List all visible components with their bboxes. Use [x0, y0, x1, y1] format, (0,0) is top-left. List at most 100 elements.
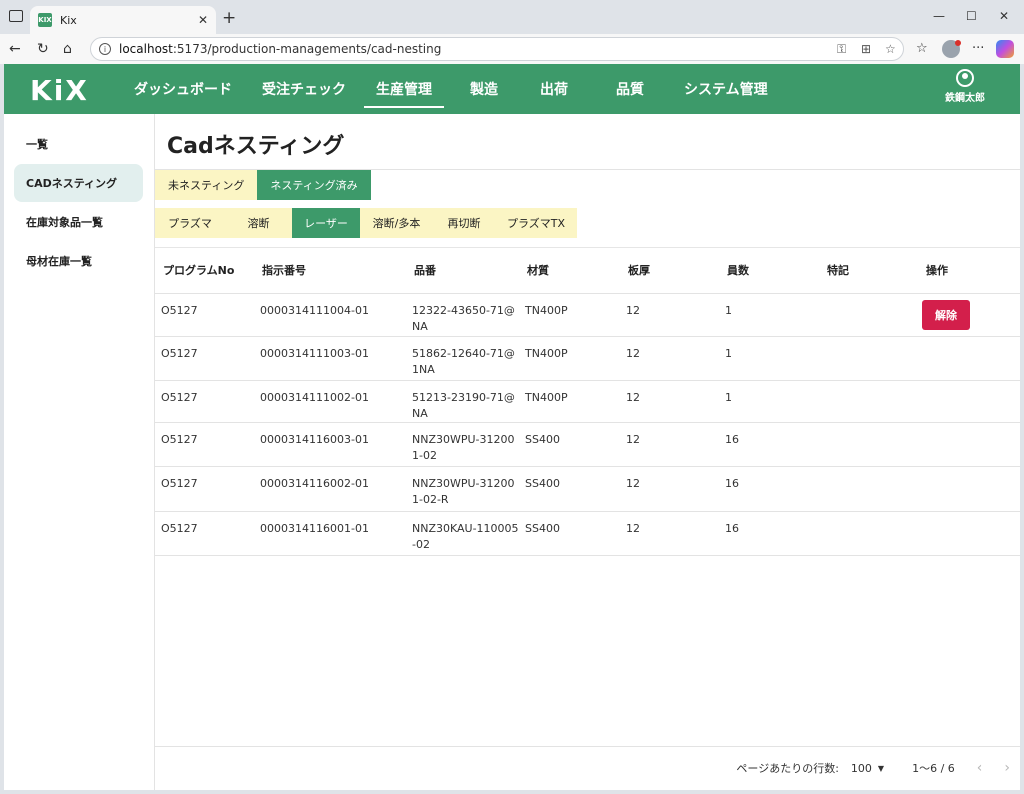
maximize-icon[interactable]: ☐ — [966, 9, 977, 23]
tab-plasma[interactable]: プラズマ — [155, 208, 225, 238]
page-title: Cadネスティング — [167, 134, 345, 159]
cell-material: SS400 — [519, 466, 620, 512]
cell-thickness: 12 — [620, 422, 719, 467]
table-row[interactable]: O5127 0000314116001-01 NNZ30KAU-110005-0… — [155, 511, 1020, 556]
tab-fusing[interactable]: 溶断 — [225, 208, 292, 238]
key-icon[interactable]: ⚿ — [837, 42, 846, 57]
kix-logo: KiX — [30, 74, 89, 107]
cell-quantity: 16 — [719, 511, 819, 556]
sidebar-item-stock-items[interactable]: 在庫対象品一覧 — [14, 203, 143, 241]
previous-page-icon[interactable]: ‹ — [977, 760, 983, 776]
tab-laser[interactable]: レーザー — [292, 208, 360, 238]
table-row[interactable]: O5127 0000314111003-01 51862-12640-71@1N… — [155, 336, 1020, 381]
tab-not-nested[interactable]: 未ネスティング — [155, 170, 258, 200]
site-info-icon[interactable]: i — [99, 43, 111, 55]
cell-material: SS400 — [519, 511, 620, 556]
table-row[interactable]: O5127 0000314111002-01 51213-23190-71@NA… — [155, 380, 1020, 423]
cell-thickness: 12 — [620, 511, 719, 556]
more-icon[interactable]: ··· — [972, 41, 984, 56]
nav-shipping[interactable]: 出荷 — [528, 64, 580, 114]
cell-program-no: O5127 — [155, 293, 254, 337]
nav-system[interactable]: システム管理 — [672, 64, 780, 114]
cell-notes — [819, 422, 918, 467]
address-bar[interactable]: i localhost:5173/production-managements/… — [90, 37, 904, 61]
cell-material: TN400P — [519, 293, 620, 337]
column-header-instruction-no[interactable]: 指示番号 — [254, 248, 406, 294]
reload-icon[interactable]: ↻ — [37, 41, 49, 57]
cell-part-no: 51862-12640-71@1NA — [406, 336, 519, 381]
table-row[interactable]: O5127 0000314111004-01 12322-43650-71@NA… — [155, 293, 1020, 337]
cell-quantity: 1 — [719, 336, 819, 381]
cell-instruction-no: 0000314111002-01 — [254, 380, 406, 423]
cell-material: TN400P — [519, 336, 620, 381]
browser-tab[interactable]: KIX Kix ✕ — [30, 6, 216, 34]
status-tabs: 未ネスティング ネスティング済み — [155, 170, 371, 200]
profile-badge — [955, 40, 961, 46]
table-row[interactable]: O5127 0000314116003-01 NNZ30WPU-312001-0… — [155, 422, 1020, 467]
cell-program-no: O5127 — [155, 336, 254, 381]
cell-program-no: O5127 — [155, 511, 254, 556]
home-icon[interactable]: ⌂ — [63, 41, 72, 57]
pagination: ページあたりの行数: 100 ▼ 1〜6 / 6 ‹ › — [736, 746, 1020, 790]
chevron-down-icon[interactable]: ▼ — [878, 764, 884, 773]
cell-operation — [918, 380, 1020, 423]
cell-thickness: 12 — [620, 380, 719, 423]
nav-production[interactable]: 生産管理 — [364, 64, 444, 114]
sidebar-toggle-icon[interactable] — [9, 10, 23, 22]
favorites-icon[interactable]: ☆ — [916, 41, 928, 56]
cell-instruction-no: 0000314116002-01 — [254, 466, 406, 512]
copilot-icon[interactable] — [996, 40, 1014, 58]
close-tab-icon[interactable]: ✕ — [198, 13, 208, 27]
column-header-material[interactable]: 材質 — [519, 248, 620, 294]
nav-quality[interactable]: 品質 — [604, 64, 656, 114]
user-icon — [956, 69, 974, 87]
cell-notes — [819, 511, 918, 556]
minimize-icon[interactable]: — — [933, 9, 945, 23]
cell-part-no: NNZ30WPU-312001-02 — [406, 422, 519, 467]
cell-part-no: 12322-43650-71@NA — [406, 293, 519, 337]
cell-quantity: 16 — [719, 422, 819, 467]
tab-nested[interactable]: ネスティング済み — [257, 170, 371, 200]
cell-thickness: 12 — [620, 466, 719, 512]
cell-instruction-no: 0000314116003-01 — [254, 422, 406, 467]
sidebar-item-base-material[interactable]: 母材在庫一覧 — [14, 242, 143, 280]
rows-per-page-select[interactable]: 100 — [851, 762, 872, 775]
cell-program-no: O5127 — [155, 380, 254, 423]
process-tabs: プラズマ 溶断 レーザー 溶断/多本 再切断 プラズマTX — [155, 208, 577, 238]
cell-thickness: 12 — [620, 336, 719, 381]
column-header-part-no[interactable]: 品番 — [406, 248, 519, 294]
cell-quantity: 1 — [719, 380, 819, 423]
cell-material: TN400P — [519, 380, 620, 423]
column-header-operation[interactable]: 操作 — [918, 248, 1020, 294]
nesting-table: プログラムNo 指示番号 品番 材質 板厚 員数 特記 操作 O5127 000… — [155, 247, 1020, 747]
nav-order-check[interactable]: 受注チェック — [250, 64, 358, 114]
browser-tab-title: Kix — [60, 13, 77, 27]
sidebar-item-list[interactable]: 一覧 — [14, 125, 143, 163]
rows-per-page-label: ページあたりの行数: — [736, 762, 839, 775]
user-name: 鉄鋼太郎 — [945, 93, 985, 104]
nav-manufacturing[interactable]: 製造 — [458, 64, 510, 114]
favorite-star-icon[interactable]: ☆ — [885, 42, 896, 56]
nav-dashboard[interactable]: ダッシュボード — [122, 64, 244, 114]
table-row[interactable]: O5127 0000314116002-01 NNZ30WPU-312001-0… — [155, 466, 1020, 512]
back-icon[interactable]: ← — [9, 41, 21, 57]
cell-operation — [918, 511, 1020, 556]
next-page-icon[interactable]: › — [1004, 760, 1010, 776]
user-menu[interactable]: 鉄鋼太郎 — [940, 69, 990, 104]
url-host: localhost — [119, 42, 173, 56]
new-tab-icon[interactable]: + — [222, 8, 236, 28]
column-header-thickness[interactable]: 板厚 — [620, 248, 719, 294]
column-header-notes[interactable]: 特記 — [819, 248, 918, 294]
release-button[interactable]: 解除 — [922, 299, 970, 330]
column-header-quantity[interactable]: 員数 — [719, 248, 819, 294]
cell-quantity: 1 — [719, 293, 819, 337]
tab-fusing-multi[interactable]: 溶断/多本 — [360, 208, 433, 238]
browser-tab-bar: KIX Kix ✕ + — ☐ ✕ — [0, 0, 1024, 34]
column-header-program-no[interactable]: プログラムNo — [155, 248, 254, 294]
cell-part-no: NNZ30WPU-312001-02-R — [406, 466, 519, 512]
sidebar-item-cad-nesting[interactable]: CADネスティング — [14, 164, 143, 202]
tab-plasma-tx[interactable]: プラズマTX — [495, 208, 577, 238]
window-close-icon[interactable]: ✕ — [999, 9, 1009, 23]
app-available-icon[interactable]: ⊞ — [861, 42, 871, 56]
tab-recut[interactable]: 再切断 — [433, 208, 495, 238]
